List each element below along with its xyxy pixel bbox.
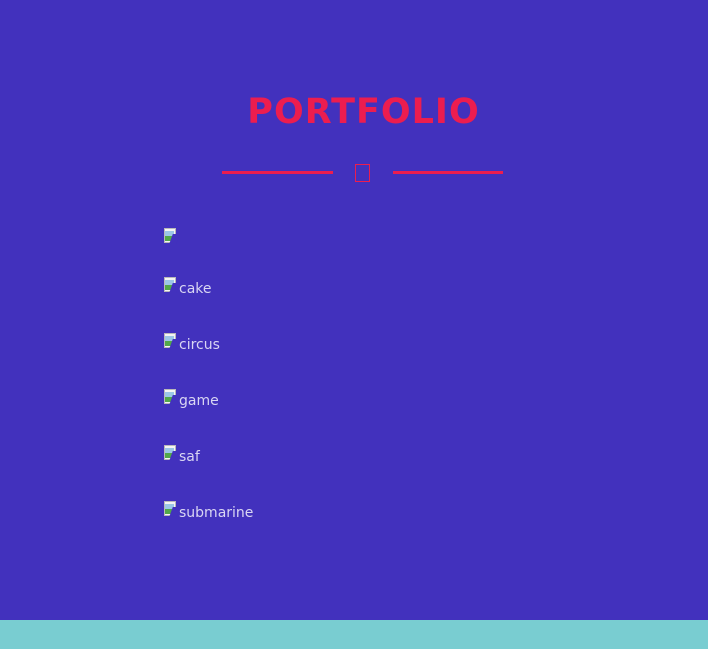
broken-image-icon — [163, 277, 180, 293]
portfolio-item-cake[interactable]: cake — [163, 277, 212, 299]
portfolio-item-submarine[interactable]: submarine — [163, 501, 253, 523]
portfolio-item-alt: saf — [179, 449, 200, 465]
portfolio-item-alt: submarine — [179, 505, 254, 521]
broken-image-icon — [163, 445, 180, 461]
portfolio-gallery: cake circus game saf submarine — [163, 0, 563, 620]
portfolio-item-game[interactable]: game — [163, 389, 219, 411]
broken-image-icon — [163, 389, 180, 405]
portfolio-section: PORTFOLIO cake circus game saf submarine — [0, 0, 708, 620]
portfolio-item-1[interactable] — [163, 228, 180, 250]
portfolio-item-alt: game — [179, 393, 219, 409]
portfolio-item-alt: circus — [179, 337, 220, 353]
portfolio-item-saf[interactable]: saf — [163, 445, 200, 467]
footer-bar — [0, 620, 708, 649]
portfolio-item-circus[interactable]: circus — [163, 333, 220, 355]
portfolio-item-alt: cake — [179, 281, 212, 297]
broken-image-icon — [163, 228, 180, 244]
broken-image-icon — [163, 333, 180, 349]
broken-image-icon — [163, 501, 180, 517]
